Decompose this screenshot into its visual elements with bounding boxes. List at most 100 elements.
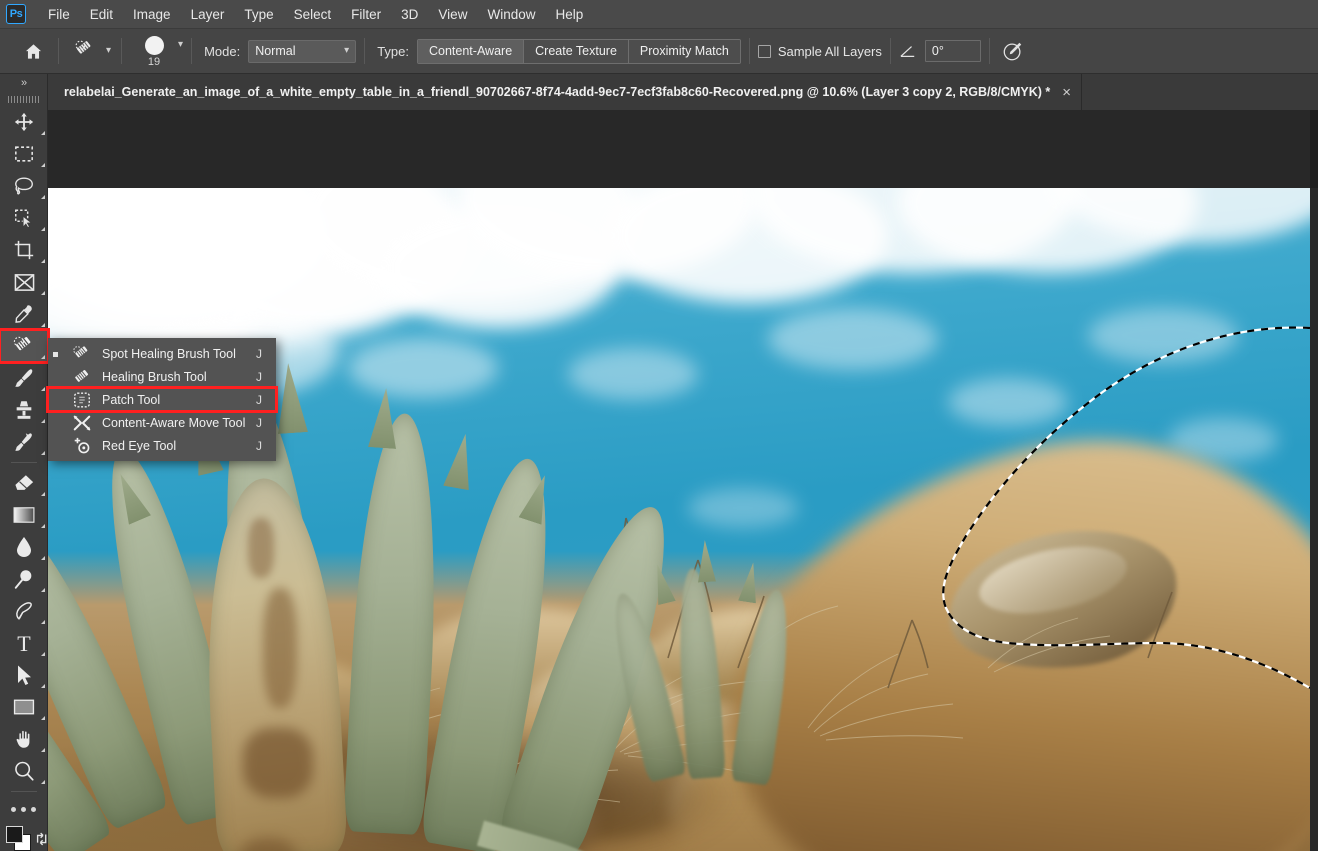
menu-item-view[interactable]: View: [428, 3, 477, 26]
cloud: [768, 308, 938, 370]
tool-pen[interactable]: [0, 595, 48, 627]
tool-eyedropper[interactable]: [0, 298, 48, 330]
healing-brush-icon: [13, 336, 31, 351]
dodge-icon: [14, 570, 32, 589]
gradient-icon: [13, 507, 35, 523]
tool-hand[interactable]: [0, 723, 48, 755]
tool-clone-stamp[interactable]: [0, 394, 48, 426]
current-tool-button[interactable]: ▾: [67, 32, 113, 70]
home-button[interactable]: [16, 34, 50, 68]
type-label: Type:: [377, 43, 409, 59]
flyout-item-shortcut: J: [256, 415, 262, 430]
flyout-item-healing-brush-tool[interactable]: Healing Brush Tool J: [48, 365, 276, 388]
sample-all-layers-checkbox[interactable]: Sample All Layers: [757, 44, 882, 59]
brush-chevron-down-icon[interactable]: ▾: [178, 40, 183, 50]
mode-select[interactable]: Normal ▾: [248, 39, 357, 63]
tool-gradient[interactable]: [0, 499, 48, 531]
brush-size-picker[interactable]: 19: [136, 35, 172, 68]
document-tab[interactable]: relabelai_Generate_an_image_of_a_white_e…: [48, 74, 1083, 110]
home-icon: [25, 43, 41, 59]
angle-input[interactable]: 0°: [924, 40, 981, 62]
leaf-blemish: [248, 518, 274, 578]
tool-brush[interactable]: [0, 362, 48, 394]
tool-group-indicator: [41, 195, 45, 199]
tool-flyout-menu[interactable]: Spot Healing Brush Tool J Healing Brush To…: [46, 338, 278, 461]
menu-item-file[interactable]: File: [38, 3, 80, 26]
document-tab-title: relabelai_Generate_an_image_of_a_white_e…: [64, 85, 1051, 99]
tablet-pressure-icon: [1003, 42, 1022, 61]
edit-toolbar-button[interactable]: [0, 796, 47, 822]
type-option-content-aware[interactable]: Content-Aware: [418, 39, 525, 63]
tool-dodge[interactable]: [0, 563, 48, 595]
flyout-item-patch-tool[interactable]: Patch Tool J: [46, 386, 278, 413]
menu-item-filter[interactable]: Filter: [341, 3, 391, 26]
tool-spot-healing-brush[interactable]: [0, 328, 50, 364]
options-bar: ▾ 19 ▾ Mode: Normal ▾ Type: Content-Awar…: [0, 29, 1318, 74]
object-selection-icon: [15, 209, 33, 229]
flyout-item-red-eye-tool[interactable]: Red Eye Tool J: [48, 434, 276, 457]
path-arrow-icon: [18, 665, 31, 685]
panel-grip[interactable]: [0, 92, 47, 106]
tool-group-indicator: [41, 748, 45, 752]
menu-item-select[interactable]: Select: [284, 3, 342, 26]
tablet-pressure-button[interactable]: [998, 36, 1028, 66]
patch-icon: [68, 390, 96, 410]
foreground-color-swatch[interactable]: [6, 826, 23, 843]
type-segmented-control: Content-Aware Create Texture Proximity Mat…: [417, 38, 741, 64]
angle-icon: [899, 43, 917, 59]
tool-type[interactable]: T: [0, 627, 48, 659]
menu-item-image[interactable]: Image: [123, 3, 181, 26]
tool-blur[interactable]: [0, 531, 48, 563]
type-option-proximity-match[interactable]: Proximity Match: [628, 39, 740, 63]
canvas-area[interactable]: [48, 110, 1318, 851]
document-image[interactable]: [48, 188, 1310, 851]
divider: [364, 38, 366, 64]
tools-panel: » T: [0, 74, 50, 851]
tool-frame[interactable]: [0, 266, 48, 298]
eyedropper-icon: [15, 305, 32, 323]
lasso-icon: [15, 177, 33, 195]
cloud: [348, 338, 498, 398]
menu-item-help[interactable]: Help: [545, 3, 593, 26]
chevron-down-icon: ▾: [344, 45, 350, 56]
flyout-item-label: Content-Aware Move Tool: [102, 415, 246, 430]
tool-group-indicator: [41, 620, 45, 624]
tool-lasso[interactable]: [0, 170, 48, 202]
move-icon: [14, 112, 34, 132]
color-swatches[interactable]: [0, 822, 47, 851]
document-tab-bar: relabelai_Generate_an_image_of_a_white_e…: [48, 74, 1318, 110]
flyout-item-label: Spot Healing Brush Tool: [102, 346, 236, 361]
flyout-item-shortcut: J: [256, 369, 262, 384]
toolbar-divider: [10, 462, 37, 463]
tool-group-indicator: [41, 227, 45, 231]
menu-item-edit[interactable]: Edit: [80, 3, 123, 26]
tool-rectangular-marquee[interactable]: [0, 138, 48, 170]
tool-rectangle[interactable]: [0, 691, 48, 723]
flyout-item-spot-healing-brush-tool[interactable]: Spot Healing Brush Tool J: [48, 342, 276, 365]
flyout-item-content-aware-move-tool[interactable]: Content-Aware Move Tool J: [48, 411, 276, 434]
tool-group-indicator: [41, 291, 45, 295]
menu-item-window[interactable]: Window: [477, 3, 545, 26]
tool-group-indicator: [41, 588, 45, 592]
angle-value: 0°: [931, 44, 944, 58]
tool-crop[interactable]: [0, 234, 48, 266]
tool-path-selection[interactable]: [0, 659, 48, 691]
menu-item-layer[interactable]: Layer: [181, 3, 235, 26]
divider: [191, 38, 193, 64]
tool-eraser[interactable]: [0, 467, 48, 499]
menu-item-type[interactable]: Type: [234, 3, 283, 26]
chevron-down-icon[interactable]: ▾: [106, 46, 111, 56]
spot-healing-brush-icon: [75, 40, 91, 54]
menu-item-3d[interactable]: 3D: [391, 3, 428, 26]
tool-move[interactable]: [0, 106, 48, 138]
close-icon[interactable]: ×: [1062, 85, 1071, 100]
tool-history-brush[interactable]: [0, 426, 48, 458]
hand-icon: [16, 730, 30, 748]
clone-stamp-icon: [16, 401, 32, 419]
type-icon: T: [17, 632, 31, 654]
tool-zoom[interactable]: [0, 755, 48, 787]
tool-group-indicator: [41, 492, 45, 496]
type-option-create-texture[interactable]: Create Texture: [524, 39, 629, 63]
collapse-panel-button[interactable]: »: [0, 74, 47, 92]
tool-object-selection[interactable]: [0, 202, 48, 234]
